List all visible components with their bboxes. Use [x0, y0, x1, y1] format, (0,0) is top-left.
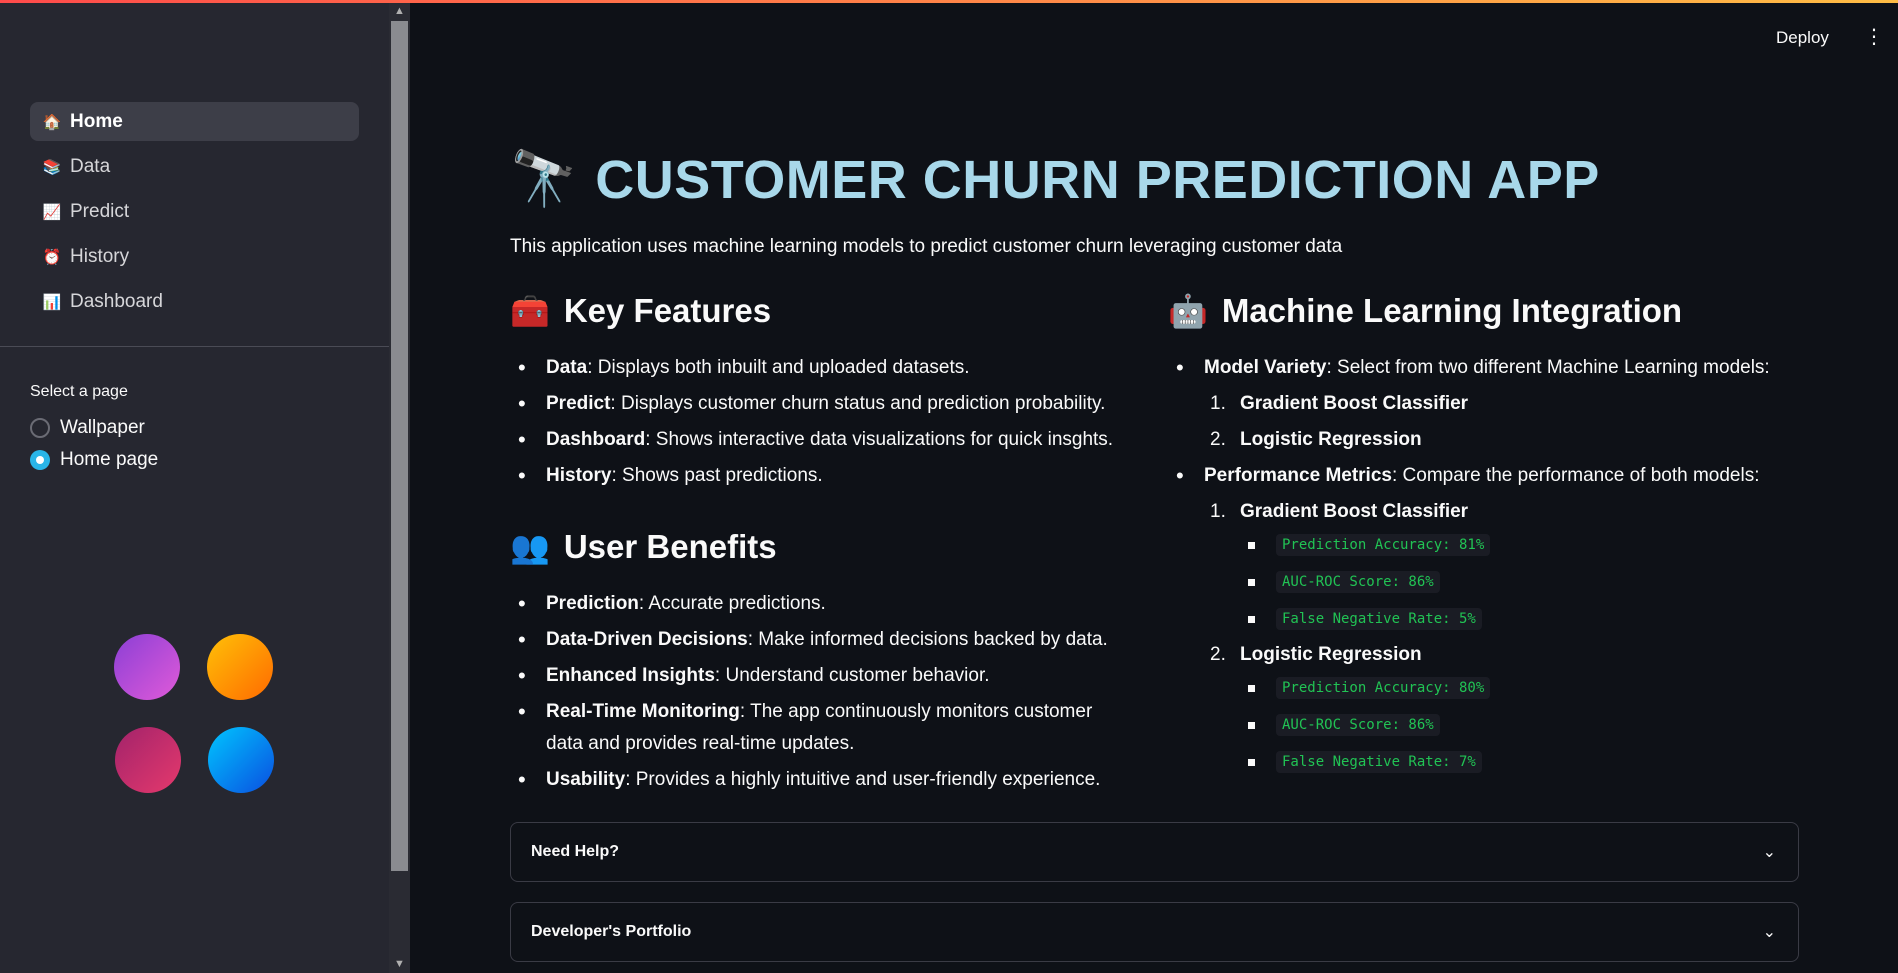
deploy-button[interactable]: Deploy — [1776, 28, 1829, 48]
home-icon: 🏠 — [42, 113, 62, 131]
magenta-orb-decoration — [115, 727, 181, 793]
chevron-down-icon: ⌄ — [1762, 924, 1776, 941]
list-item: Prediction: Accurate predictions. — [510, 588, 1130, 620]
list-item: 1. Gradient Boost Classifier Prediction A… — [1204, 496, 1808, 635]
sidebar-item-dashboard[interactable]: 📊 Dashboard — [30, 282, 359, 321]
kebab-menu-icon[interactable]: ⋮ — [1864, 27, 1884, 47]
list-item: Performance Metrics: Compare the perform… — [1168, 460, 1808, 492]
sidebar-item-predict[interactable]: 📈 Predict — [30, 192, 359, 231]
metrics-list: 1. Gradient Boost Classifier Prediction A… — [1168, 496, 1808, 778]
chart-increasing-icon: 📈 — [42, 203, 62, 221]
section-heading: 🤖 Machine Learning Integration — [1168, 292, 1683, 329]
ml-list: Model Variety: Select from two different… — [1168, 352, 1808, 384]
radio-option-wallpaper[interactable]: Wallpaper — [30, 417, 145, 439]
metric-values: Prediction Accuracy: 80% AUC-ROC Score: … — [1240, 671, 1808, 778]
intro-text: This application uses machine learning m… — [510, 236, 1343, 257]
sidebar-item-history[interactable]: ⏰ History — [30, 237, 359, 276]
radio-unselected-icon — [30, 418, 50, 438]
list-item: 2. Logistic Regression Prediction Accurac… — [1204, 639, 1808, 778]
list-item: Predict: Displays customer churn status … — [510, 388, 1130, 420]
need-help-expander[interactable]: Need Help? ⌄ — [510, 822, 1799, 882]
expander-label: Developer's Portfolio — [531, 923, 692, 940]
toolbox-icon: 🧰 — [510, 293, 550, 329]
section-heading: 🧰 Key Features — [510, 292, 772, 329]
list-item: Data: Displays both inbuilt and uploaded… — [510, 352, 1130, 384]
metric-item: Prediction Accuracy: 81% — [1240, 528, 1808, 561]
sidebar-item-label: Home — [70, 110, 123, 132]
sidebar-item-home[interactable]: 🏠 Home — [30, 102, 359, 141]
list-item: Enhanced Insights: Understand customer b… — [510, 660, 1130, 692]
metric-item: False Negative Rate: 5% — [1240, 602, 1808, 635]
ml-list: Performance Metrics: Compare the perform… — [1168, 460, 1808, 492]
list-item: Usability: Provides a highly intuitive a… — [510, 764, 1130, 796]
purple-orb-decoration — [114, 634, 180, 700]
sidebar-scrollbar[interactable]: ▲ ▼ — [389, 3, 410, 973]
orange-orb-decoration — [207, 634, 273, 700]
bar-chart-icon: 📊 — [42, 293, 62, 311]
metric-values: Prediction Accuracy: 81% AUC-ROC Score: … — [1240, 528, 1808, 635]
key-features-section: 🧰 Key Features Data: Displays both inbui… — [510, 292, 1130, 496]
telescope-icon: 🔭 — [510, 149, 578, 209]
books-icon: 📚 — [42, 158, 62, 176]
robot-icon: 🤖 — [1168, 293, 1208, 329]
alarm-clock-icon: ⏰ — [42, 248, 62, 266]
sidebar-divider — [0, 346, 389, 347]
sidebar-item-label: Predict — [70, 200, 130, 222]
list-item: History: Shows past predictions. — [510, 460, 1130, 492]
sidebar-item-label: History — [70, 245, 130, 267]
radio-selected-icon — [30, 450, 50, 470]
sidebar-item-data[interactable]: 📚 Data — [30, 147, 359, 186]
key-features-list: Data: Displays both inbuilt and uploaded… — [510, 352, 1130, 492]
blue-orb-decoration — [208, 727, 274, 793]
ml-integration-section: 🤖 Machine Learning Integration Model Var… — [1168, 292, 1808, 782]
expander-label: Need Help? — [531, 843, 620, 860]
list-item: Model Variety: Select from two different… — [1168, 352, 1808, 384]
sidebar-item-label: Dashboard — [70, 290, 163, 312]
radio-group-label: Select a page — [30, 383, 128, 400]
list-item: 2. Logistic Regression — [1210, 429, 1422, 450]
list-item: Data-Driven Decisions: Make informed dec… — [510, 624, 1130, 656]
page-title-text: CUSTOMER CHURN PREDICTION APP — [595, 149, 1600, 210]
developer-portfolio-expander[interactable]: Developer's Portfolio ⌄ — [510, 902, 1799, 962]
sidebar-item-label: Data — [70, 155, 111, 177]
scroll-down-icon[interactable]: ▼ — [394, 958, 405, 970]
list-item: Real-Time Monitoring: The app continuous… — [510, 696, 1130, 760]
users-icon: 👥 — [510, 529, 550, 565]
page-title: 🔭 CUSTOMER CHURN PREDICTION APP — [510, 148, 1600, 211]
list-item: Dashboard: Shows interactive data visual… — [510, 424, 1130, 456]
scroll-up-icon[interactable]: ▲ — [394, 5, 405, 17]
radio-option-label: Wallpaper — [60, 417, 145, 438]
sidebar: 🏠 Home 📚 Data 📈 Predict ⏰ History 📊 Dash… — [0, 3, 389, 973]
section-heading: 👥 User Benefits — [510, 528, 777, 565]
radio-option-home-page[interactable]: Home page — [30, 449, 158, 471]
radio-option-label: Home page — [60, 449, 159, 470]
metric-item: AUC-ROC Score: 86% — [1240, 708, 1808, 741]
sidebar-nav: 🏠 Home 📚 Data 📈 Predict ⏰ History 📊 Dash… — [30, 102, 359, 327]
metric-item: False Negative Rate: 7% — [1240, 745, 1808, 778]
scrollbar-thumb[interactable] — [391, 21, 408, 871]
chevron-down-icon: ⌄ — [1762, 844, 1776, 861]
metric-item: AUC-ROC Score: 86% — [1240, 565, 1808, 598]
list-item: 1. Gradient Boost Classifier — [1210, 393, 1469, 414]
user-benefits-list: Prediction: Accurate predictions. Data-D… — [510, 588, 1130, 796]
model-list: 1. Gradient Boost Classifier 2. Logistic R… — [1168, 388, 1808, 456]
metric-item: Prediction Accuracy: 80% — [1240, 671, 1808, 704]
user-benefits-section: 👥 User Benefits Prediction: Accurate pre… — [510, 528, 1130, 800]
